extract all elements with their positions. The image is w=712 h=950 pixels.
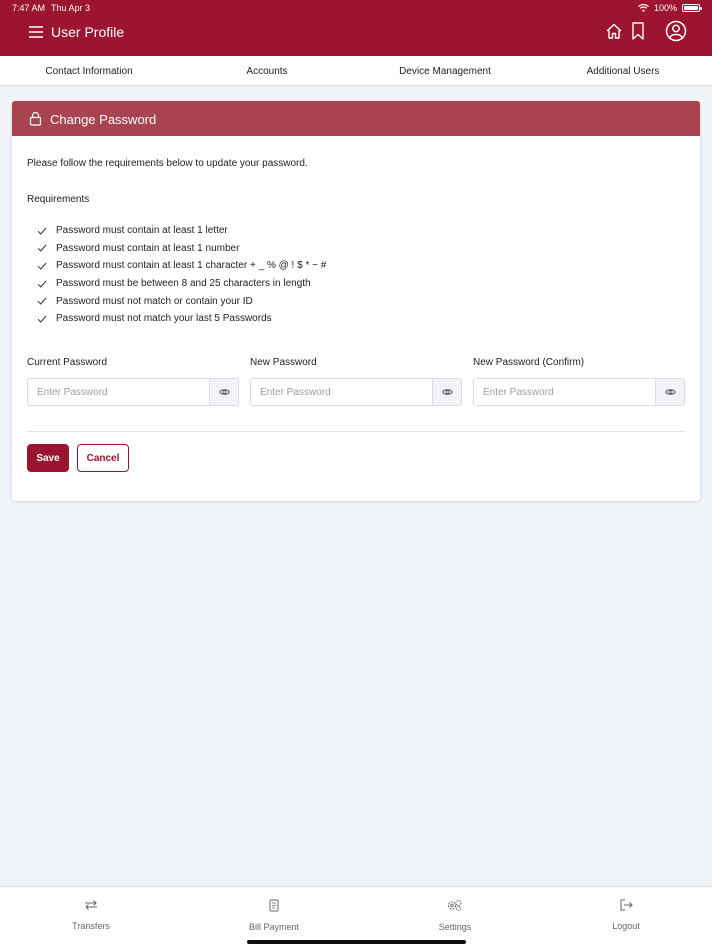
confirm-password-field: New Password (Confirm) — [473, 357, 685, 406]
eye-icon — [441, 389, 453, 395]
requirement-text: Password must contain at least 1 charact… — [56, 260, 327, 272]
check-icon — [37, 280, 47, 288]
nav-bill-payment-label: Bill Payment — [248, 922, 300, 932]
nav-settings-label: Settings — [438, 922, 472, 932]
requirement-text: Password must not match or contain your … — [56, 295, 253, 307]
status-date: Thu Apr 3 — [51, 3, 91, 13]
profile-tabs: Contact Information Accounts Device Mana… — [0, 56, 712, 86]
requirement-item: Password must be between 8 and 25 charac… — [37, 275, 326, 293]
menu-icon[interactable] — [27, 23, 45, 41]
check-icon — [37, 315, 47, 323]
check-icon — [37, 262, 47, 270]
save-button[interactable]: Save — [27, 444, 69, 472]
requirement-item: Password must contain at least 1 letter — [37, 222, 326, 240]
show-new-password-button[interactable] — [432, 379, 461, 405]
battery-icon — [682, 4, 702, 12]
tab-device-management[interactable]: Device Management — [356, 56, 534, 85]
nav-settings[interactable]: Settings — [415, 899, 495, 935]
requirement-text: Password must contain at least 1 letter — [56, 225, 228, 237]
home-indicator — [247, 940, 466, 944]
check-icon — [37, 245, 47, 253]
show-confirm-password-button[interactable] — [655, 379, 684, 405]
tab-contact-information[interactable]: Contact Information — [0, 56, 178, 85]
transfer-icon — [85, 900, 97, 910]
current-password-label: Current Password — [27, 357, 108, 368]
current-password-input[interactable] — [28, 379, 209, 405]
nav-transfers-label: Transfers — [72, 921, 110, 931]
logout-icon — [620, 899, 633, 911]
home-icon[interactable] — [605, 22, 623, 40]
confirm-password-input[interactable] — [474, 379, 655, 405]
intro-text: Please follow the requirements below to … — [27, 158, 308, 169]
settings-icon — [448, 900, 462, 911]
status-indicators: 100% — [638, 3, 702, 13]
nav-transfers[interactable]: Transfers — [51, 899, 131, 934]
check-icon — [37, 227, 47, 235]
requirements-heading: Requirements — [27, 194, 90, 205]
requirements-list: Password must contain at least 1 letter … — [37, 222, 326, 328]
battery-fill — [684, 6, 698, 10]
status-time: 7:47 AM — [12, 3, 46, 13]
check-icon — [37, 297, 47, 305]
nav-bill-payment[interactable]: Bill Payment — [234, 899, 314, 935]
battery-percent: 100% — [653, 3, 677, 13]
current-password-input-group — [27, 378, 239, 406]
eye-icon — [664, 389, 676, 395]
wifi-icon — [638, 4, 649, 12]
current-password-field: Current Password — [27, 357, 239, 406]
tab-additional-users[interactable]: Additional Users — [534, 56, 712, 85]
profile-icon[interactable] — [665, 20, 687, 42]
requirement-text: Password must contain at least 1 number — [56, 242, 240, 254]
status-bar: 7:47 AM Thu Apr 3 100% — [0, 0, 712, 16]
form-divider — [27, 431, 685, 432]
requirement-item: Password must not match or contain your … — [37, 292, 326, 310]
requirement-text: Password must not match your last 5 Pass… — [56, 313, 272, 325]
requirement-item: Password must contain at least 1 number — [37, 240, 326, 258]
show-current-password-button[interactable] — [209, 379, 238, 405]
new-password-label: New Password — [250, 357, 317, 368]
card-title: Change Password — [50, 112, 157, 127]
new-password-input[interactable] — [251, 379, 432, 405]
confirm-password-label: New Password (Confirm) — [473, 357, 585, 368]
bookmark-icon[interactable] — [630, 21, 646, 41]
requirement-text: Password must be between 8 and 25 charac… — [56, 278, 311, 290]
nav-logout[interactable]: Logout — [586, 899, 666, 934]
requirement-item: Password must not match your last 5 Pass… — [37, 310, 326, 328]
page-title: User Profile — [51, 24, 125, 40]
requirement-item: Password must contain at least 1 charact… — [37, 257, 326, 275]
lock-icon — [29, 111, 42, 126]
confirm-password-input-group — [473, 378, 685, 406]
bill-icon — [269, 899, 279, 912]
cancel-button[interactable]: Cancel — [77, 444, 129, 472]
nav-logout-label: Logout — [612, 921, 640, 931]
new-password-input-group — [250, 378, 462, 406]
card-header: Change Password — [12, 101, 700, 136]
eye-icon — [218, 389, 230, 395]
app-header: 7:47 AM Thu Apr 3 100% User Profile — [0, 0, 712, 56]
change-password-card: Change Password Please follow the requir… — [12, 101, 700, 501]
new-password-field: New Password — [250, 357, 462, 406]
tab-accounts[interactable]: Accounts — [178, 56, 356, 85]
